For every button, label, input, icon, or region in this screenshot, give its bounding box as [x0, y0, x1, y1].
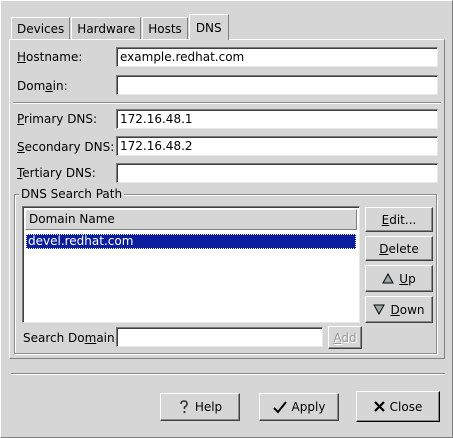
- tertiary-dns-field[interactable]: [116, 163, 438, 183]
- search-domain-label: Search Domain:: [23, 331, 119, 345]
- domain-label: Domain:: [17, 79, 68, 93]
- delete-button-label: Delete: [379, 241, 419, 256]
- help-button-label: Help: [194, 400, 223, 414]
- secondary-dns-label: Secondary DNS:: [17, 140, 115, 154]
- apply-button[interactable]: Apply: [259, 393, 339, 421]
- edit-button[interactable]: Edit...: [365, 207, 433, 232]
- tab-bar: Devices Hardware Hosts DNS: [11, 14, 230, 40]
- apply-button-label: Apply: [291, 400, 326, 414]
- tab-hardware[interactable]: Hardware: [71, 17, 142, 40]
- domain-list[interactable]: Domain Name devel.redhat.com: [22, 206, 360, 323]
- tertiary-dns-label: Tertiary DNS:: [17, 166, 96, 180]
- tab-hosts[interactable]: Hosts: [142, 17, 188, 40]
- question-icon: [178, 400, 190, 414]
- domain-field[interactable]: [116, 75, 438, 95]
- secondary-dns-field[interactable]: 172.16.48.2: [116, 136, 438, 156]
- domain-name-column-header[interactable]: Domain Name: [25, 209, 357, 230]
- list-item[interactable]: devel.redhat.com: [26, 234, 356, 249]
- primary-dns-label: Primary DNS:: [17, 112, 98, 126]
- separator: [13, 102, 441, 104]
- delete-button[interactable]: Delete: [365, 236, 433, 261]
- hostname-field[interactable]: example.redhat.com: [116, 47, 438, 67]
- checkmark-icon: [272, 400, 287, 414]
- tab-dns[interactable]: DNS: [188, 14, 229, 40]
- down-button-label: Down: [390, 302, 425, 317]
- x-icon: [373, 401, 385, 412]
- up-triangle-icon: [382, 273, 395, 284]
- dns-search-path-title: DNS Search Path: [19, 187, 125, 201]
- down-button[interactable]: Down: [365, 296, 433, 323]
- add-button[interactable]: Add: [328, 326, 362, 349]
- close-button[interactable]: Close: [356, 391, 440, 422]
- add-button-label: Add: [333, 330, 357, 345]
- dialog-window: Devices Hardware Hosts DNS Hostname: exa…: [0, 0, 453, 438]
- up-button[interactable]: Up: [365, 265, 433, 292]
- edit-button-label: Edit...: [381, 212, 417, 227]
- close-button-label: Close: [389, 399, 423, 414]
- hostname-label: Hostname:: [17, 50, 83, 64]
- tab-devices[interactable]: Devices: [11, 17, 71, 40]
- search-domain-field[interactable]: [116, 327, 323, 347]
- help-button[interactable]: Help: [160, 393, 240, 421]
- down-triangle-icon: [373, 304, 386, 315]
- footer-separator: [11, 373, 445, 375]
- up-button-label: Up: [399, 271, 416, 286]
- primary-dns-field[interactable]: 172.16.48.1: [116, 109, 438, 129]
